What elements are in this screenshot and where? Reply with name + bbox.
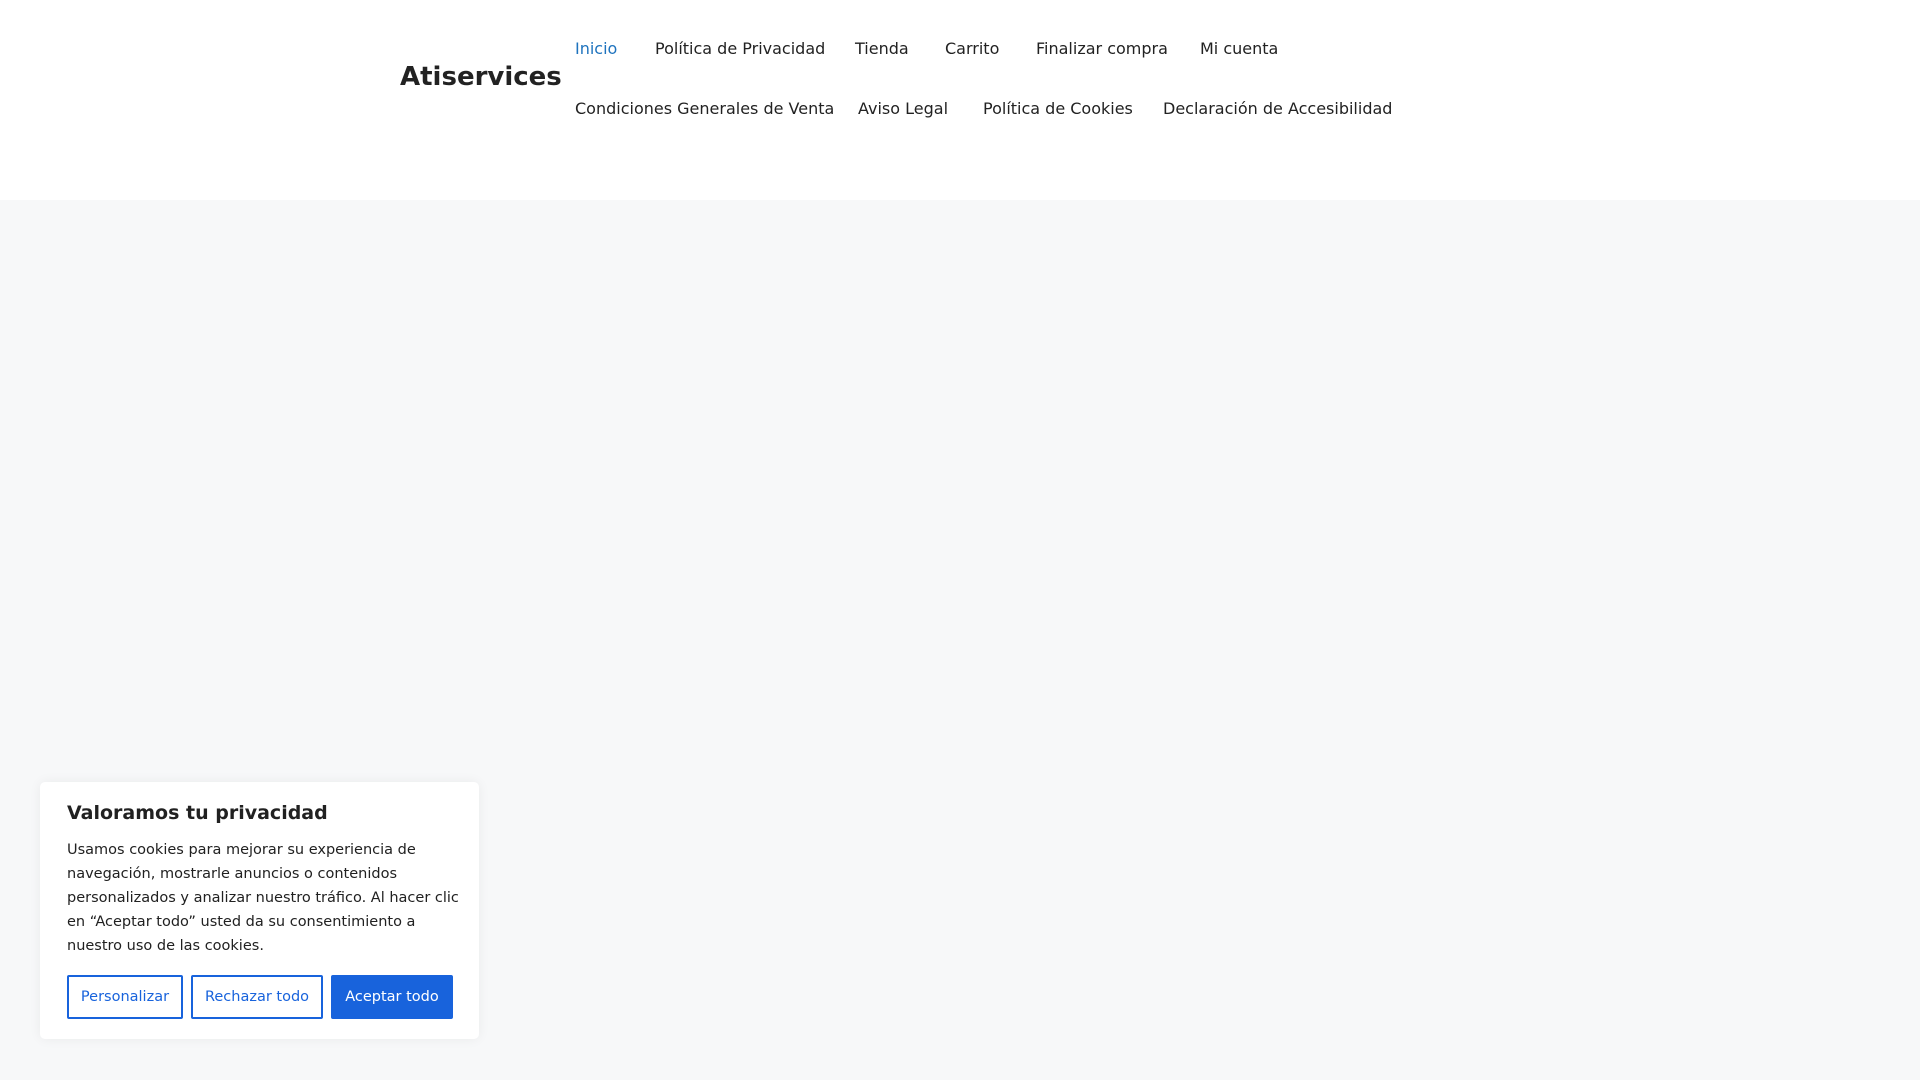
reject-all-button[interactable]: Rechazar todo	[191, 975, 323, 1019]
nav-carrito[interactable]: Carrito	[945, 39, 999, 58]
nav-politica-cookies[interactable]: Política de Cookies	[983, 99, 1133, 118]
nav-politica-privacidad[interactable]: Política de Privacidad	[655, 39, 825, 58]
cookie-banner-text: Usamos cookies para mejorar su experienc…	[67, 842, 459, 954]
nav-condiciones-venta[interactable]: Condiciones Generales de Venta	[575, 99, 834, 118]
cookie-consent-banner: Valoramos tu privacidad Usamos cookies p…	[40, 782, 479, 1039]
nav-tienda[interactable]: Tienda	[855, 39, 909, 58]
nav-mi-cuenta[interactable]: Mi cuenta	[1200, 39, 1278, 58]
nav-aviso-legal[interactable]: Aviso Legal	[858, 99, 948, 118]
nav-finalizar-compra[interactable]: Finalizar compra	[1036, 39, 1168, 58]
cookie-banner-title: Valoramos tu privacidad	[67, 802, 328, 824]
accept-all-button[interactable]: Aceptar todo	[331, 975, 453, 1019]
nav-inicio[interactable]: Inicio	[575, 39, 617, 58]
site-header: Atiservices Inicio Política de Privacida…	[0, 0, 1920, 200]
customize-button[interactable]: Personalizar	[67, 975, 183, 1019]
nav-declaracion-accesibilidad[interactable]: Declaración de Accesibilidad	[1163, 99, 1392, 118]
site-logo[interactable]: Atiservices	[400, 62, 562, 92]
